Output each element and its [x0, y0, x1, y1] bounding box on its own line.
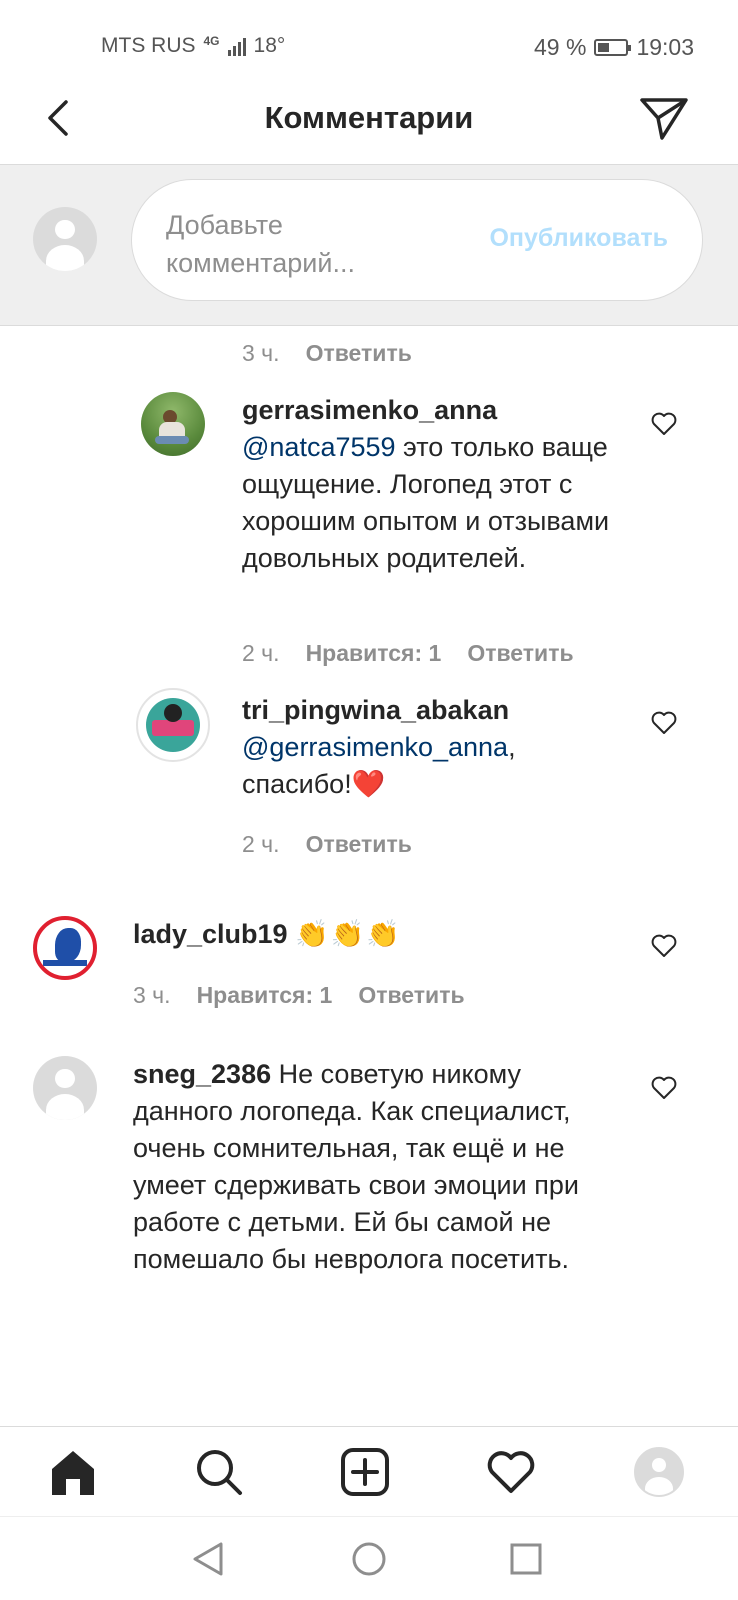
comment-body: lady_club19 👏👏👏 — [133, 916, 613, 953]
comment-body: tri_pingwina_abakan @gerrasimenko_anna, … — [242, 692, 622, 803]
avatar[interactable] — [136, 688, 210, 762]
status-bar: MTS RUS 4G 18° 49 % 19:03 — [0, 0, 738, 90]
comment-mention[interactable]: @natca7559 — [242, 432, 396, 462]
placeholder-line2: комментарий... — [166, 248, 355, 278]
heart-emoji: ❤️ — [351, 769, 386, 799]
recents-square-icon[interactable] — [506, 1539, 546, 1579]
comment-content: 👏👏👏 — [295, 919, 402, 949]
comment-meta: 3 ч. Нравится: 1 Ответить — [133, 982, 465, 1009]
comment-meta: 2 ч. Нравится: 1 Ответить — [242, 640, 574, 667]
avatar[interactable] — [141, 392, 205, 456]
comment-placeholder: Добавьте комментарий... — [166, 206, 426, 282]
comment-text: gerrasimenko_anna @natca7559 это только … — [242, 392, 612, 577]
reply-button[interactable]: Ответить — [358, 982, 464, 1009]
back-triangle-icon[interactable] — [189, 1539, 229, 1579]
comment-input[interactable]: Добавьте комментарий... Опубликовать — [131, 179, 703, 301]
comment-composer: Добавьте комментарий... Опубликовать — [0, 165, 738, 326]
page-title: Комментарии — [264, 100, 474, 135]
like-heart-icon[interactable] — [651, 934, 677, 958]
comment-text: lady_club19 👏👏👏 — [133, 916, 613, 953]
system-navigation — [0, 1516, 738, 1600]
likes-count[interactable]: Нравится: 1 — [306, 640, 442, 667]
home-circle-icon[interactable] — [349, 1539, 389, 1579]
reply-button[interactable]: Ответить — [306, 831, 412, 858]
comment-body: gerrasimenko_anna @natca7559 это только … — [242, 392, 612, 577]
temperature-label: 18° — [253, 34, 286, 57]
comments-header: Комментарии — [0, 90, 738, 165]
likes-count[interactable]: Нравится: 1 — [197, 982, 333, 1009]
comments-list: 3 ч. Ответить gerrasimenko_anna @natca75… — [0, 326, 738, 1426]
comment-username[interactable]: sneg_2386 — [133, 1059, 271, 1089]
reply-button[interactable]: Ответить — [306, 340, 412, 367]
comment-meta: 2 ч. Ответить — [242, 831, 412, 858]
status-right: 49 % 19:03 — [534, 34, 694, 61]
activity-icon[interactable] — [484, 1445, 538, 1499]
comment-content: Не советую никому данного логопеда. Как … — [133, 1059, 579, 1274]
battery-icon — [594, 39, 632, 56]
bottom-navigation — [0, 1426, 738, 1517]
avatar[interactable] — [33, 1056, 97, 1120]
like-heart-icon[interactable] — [651, 711, 677, 735]
battery-percent: 49 % — [534, 34, 587, 60]
my-avatar — [33, 207, 97, 271]
comment-time: 2 ч. — [242, 831, 280, 857]
comment-mention[interactable]: @gerrasimenko_anna — [242, 732, 508, 762]
new-post-icon[interactable] — [338, 1445, 392, 1499]
comment-text: sneg_2386 Не советую никому данного лого… — [133, 1056, 623, 1278]
clock: 19:03 — [636, 34, 694, 60]
battery-fill — [598, 43, 610, 52]
reply-button[interactable]: Ответить — [467, 640, 573, 667]
carrier-label: MTS RUS — [101, 34, 196, 57]
avatar[interactable] — [33, 916, 97, 980]
like-heart-icon[interactable] — [651, 412, 677, 436]
comment-time: 3 ч. — [242, 340, 280, 366]
comment-username[interactable]: lady_club19 — [133, 919, 288, 949]
comment-body: sneg_2386 Не советую никому данного лого… — [133, 1056, 623, 1278]
comment-username[interactable]: gerrasimenko_anna — [242, 395, 497, 425]
signal-icon — [227, 36, 246, 56]
home-icon[interactable] — [46, 1445, 100, 1499]
comment-username[interactable]: tri_pingwina_abakan — [242, 695, 509, 725]
comment-text: tri_pingwina_abakan @gerrasimenko_anna, … — [242, 692, 622, 803]
search-icon[interactable] — [192, 1445, 246, 1499]
comment-time: 3 ч. — [133, 982, 171, 1008]
direct-send-icon[interactable] — [638, 94, 690, 142]
like-heart-icon[interactable] — [651, 1076, 677, 1100]
network-label: 4G — [203, 34, 220, 48]
status-left: MTS RUS 4G 18° — [101, 34, 285, 58]
comment-time: 2 ч. — [242, 640, 280, 666]
profile-icon[interactable] — [634, 1447, 684, 1497]
publish-button[interactable]: Опубликовать — [489, 224, 668, 253]
comment-meta: 3 ч. Ответить — [242, 340, 412, 367]
placeholder-line1: Добавьте — [166, 210, 283, 240]
